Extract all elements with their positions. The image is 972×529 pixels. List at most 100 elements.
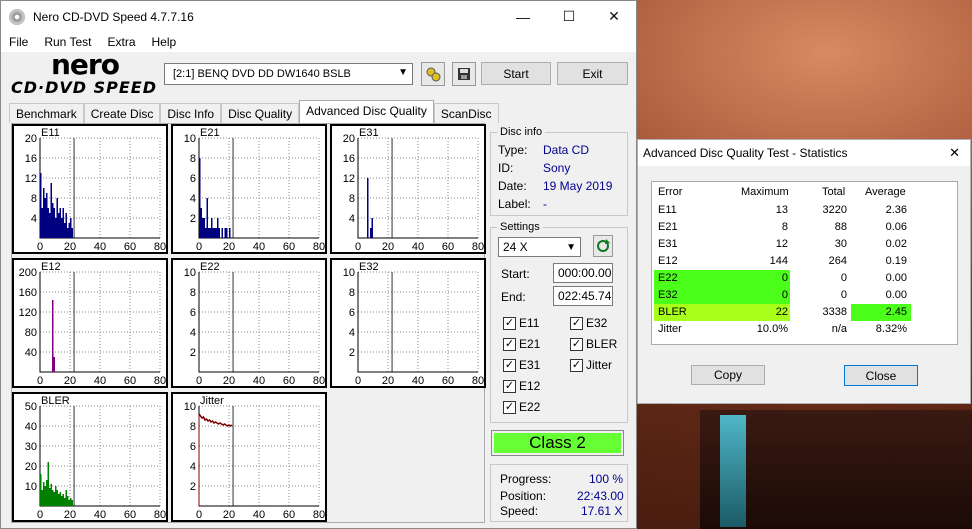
y-tick-label: 4 bbox=[190, 327, 196, 339]
x-tick-label: 40 bbox=[412, 241, 424, 252]
exit-button[interactable]: Exit bbox=[557, 62, 628, 85]
menu-help[interactable]: Help bbox=[144, 35, 185, 49]
tab-benchmark[interactable]: Benchmark bbox=[9, 103, 84, 123]
checkmark-icon: ✓ bbox=[503, 379, 516, 393]
y-tick-label: 4 bbox=[190, 193, 196, 205]
check-e11[interactable]: ✓ E11 bbox=[503, 316, 539, 330]
table-row: BLER 22 3338 2.45 bbox=[652, 304, 958, 321]
checkmark-icon: ✓ bbox=[570, 358, 583, 372]
bar bbox=[64, 498, 66, 506]
y-tick-label: 6 bbox=[190, 307, 196, 319]
start-button[interactable]: Start bbox=[481, 62, 551, 85]
tab-create-disc[interactable]: Create Disc bbox=[83, 103, 161, 123]
table-row: E21 8 88 0.06 bbox=[652, 219, 958, 236]
check-e12[interactable]: ✓ E12 bbox=[503, 379, 540, 393]
bar bbox=[70, 498, 72, 506]
graph-title: Jitter bbox=[200, 395, 224, 407]
menu-file[interactable]: File bbox=[1, 35, 36, 49]
cell-total: 264 bbox=[828, 255, 847, 267]
menu-extra[interactable]: Extra bbox=[99, 35, 143, 49]
drive-select[interactable]: [2:1] BENQ DVD DD DW1640 BSLB ▼ bbox=[164, 63, 413, 85]
speed-value: 17.61 X bbox=[581, 504, 623, 518]
x-tick-label: 20 bbox=[223, 241, 235, 252]
bar bbox=[50, 183, 52, 238]
y-tick-label: 2 bbox=[190, 481, 196, 493]
cell-total: 30 bbox=[834, 238, 847, 250]
y-tick-label: 10 bbox=[184, 401, 196, 413]
bar bbox=[65, 213, 67, 238]
bar bbox=[47, 462, 49, 506]
check-e31[interactable]: ✓ E31 bbox=[503, 358, 540, 372]
y-tick-label: 10 bbox=[343, 267, 355, 279]
copy-button[interactable]: Copy bbox=[691, 365, 765, 385]
x-tick-label: 80 bbox=[472, 241, 484, 252]
minimize-button[interactable]: — bbox=[500, 1, 546, 32]
bar bbox=[215, 228, 217, 238]
y-tick-label: 30 bbox=[25, 441, 37, 453]
save-button[interactable] bbox=[452, 62, 476, 86]
x-tick-label: 60 bbox=[124, 375, 136, 386]
bar bbox=[61, 218, 63, 238]
y-tick-label: 6 bbox=[190, 173, 196, 185]
bar bbox=[202, 218, 204, 238]
bar bbox=[229, 228, 231, 238]
x-tick-label: 60 bbox=[283, 509, 295, 520]
end-time-input[interactable]: 022:45.74 bbox=[553, 286, 613, 306]
cell-error: Jitter bbox=[658, 323, 682, 335]
tab-advanced-disc-quality[interactable]: Advanced Disc Quality bbox=[299, 100, 434, 123]
tab-scandisc[interactable]: ScanDisc bbox=[433, 103, 499, 123]
bar bbox=[43, 188, 45, 238]
eject-button[interactable] bbox=[421, 62, 445, 86]
progress-group: Progress: 100 % Position: 22:43.00 Speed… bbox=[490, 464, 628, 522]
y-tick-label: 16 bbox=[343, 153, 355, 165]
bar bbox=[58, 213, 60, 238]
table-row: E32 0 0 0.00 bbox=[652, 287, 958, 304]
cell-error: BLER bbox=[658, 306, 687, 318]
y-tick-label: 10 bbox=[184, 133, 196, 145]
bar bbox=[217, 218, 219, 238]
y-tick-label: 8 bbox=[349, 193, 355, 205]
check-e22[interactable]: ✓ E22 bbox=[503, 400, 540, 414]
check-e32[interactable]: ✓ E32 bbox=[570, 316, 607, 330]
cell-average: 0.00 bbox=[885, 289, 907, 301]
menu-run-test[interactable]: Run Test bbox=[36, 35, 99, 49]
check-bler[interactable]: ✓ BLER bbox=[570, 337, 617, 351]
speed-select[interactable]: 24 X ▼ bbox=[498, 237, 581, 257]
speed-select-value: 24 X bbox=[503, 240, 528, 254]
check-e21[interactable]: ✓ E21 bbox=[503, 337, 540, 351]
bar bbox=[59, 492, 61, 506]
check-e21-label: E21 bbox=[519, 337, 541, 351]
close-button[interactable]: Close bbox=[844, 365, 918, 386]
bar bbox=[52, 490, 54, 506]
close-window-button[interactable]: ✕ bbox=[591, 1, 637, 32]
tab-disc-quality[interactable]: Disc Quality bbox=[221, 103, 300, 123]
tab-disc-info[interactable]: Disc Info bbox=[160, 103, 222, 123]
bar bbox=[209, 228, 211, 238]
bar bbox=[199, 158, 201, 238]
close-icon[interactable]: ✕ bbox=[949, 145, 960, 161]
maximize-button[interactable]: ☐ bbox=[546, 1, 592, 32]
table-row: E22 0 0 0.00 bbox=[652, 270, 958, 287]
x-tick-label: 40 bbox=[253, 241, 265, 252]
check-jitter[interactable]: ✓ Jitter bbox=[570, 358, 612, 372]
refresh-speed-button[interactable] bbox=[593, 235, 613, 257]
cell-total: 0 bbox=[840, 289, 847, 301]
graphs-panel: 20 16 12 8 4 0 20 40 60 80 E11 10 8 6 4 2 0 20 40 60 80 E21 20… bbox=[11, 123, 486, 523]
start-time-input[interactable]: 000:00.00 bbox=[553, 263, 613, 283]
bar bbox=[43, 482, 45, 506]
y-tick-label: 6 bbox=[190, 441, 196, 453]
graph-jitter: 10 8 6 4 2 0 20 40 60 80 Jitter bbox=[171, 392, 327, 522]
bar bbox=[367, 178, 369, 238]
cell-total: 0 bbox=[840, 272, 847, 284]
y-tick-label: 4 bbox=[31, 213, 37, 225]
bar bbox=[46, 193, 48, 238]
bar bbox=[65, 490, 67, 506]
bar bbox=[56, 198, 58, 238]
header-average: Average bbox=[865, 186, 906, 198]
graph-title: E32 bbox=[359, 261, 379, 273]
wallpaper-light bbox=[720, 415, 746, 527]
check-bler-label: BLER bbox=[586, 337, 618, 351]
end-time-label: End: bbox=[501, 290, 526, 304]
bar bbox=[206, 198, 208, 238]
bar bbox=[49, 488, 51, 506]
